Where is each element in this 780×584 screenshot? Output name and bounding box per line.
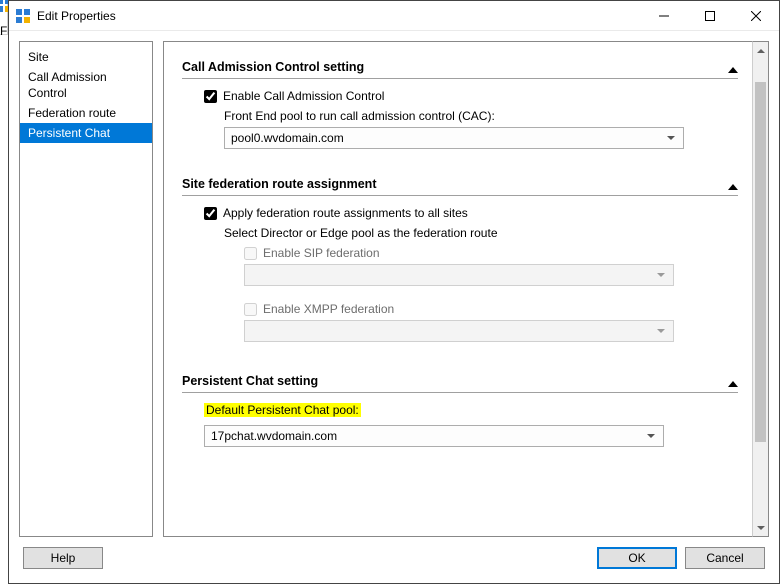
sip-pool-dropdown [244,264,674,286]
enable-sip-checkbox: Enable SIP federation [224,246,732,260]
enable-xmpp-input [244,303,257,316]
xmpp-pool-dropdown [244,320,674,342]
sidebar-item-persistent-chat[interactable]: Persistent Chat [20,123,152,143]
apply-federation-checkbox[interactable]: Apply federation route assignments to al… [204,206,732,220]
sidebar-item-call-admission-control[interactable]: Call Admission Control [20,67,152,103]
sidebar-item-label: Call Admission Control [28,70,107,100]
collapse-icon[interactable] [728,376,738,390]
cac-pool-dropdown[interactable]: pool0.wvdomain.com [224,127,684,149]
scroll-up-icon[interactable] [753,42,768,59]
section-title: Persistent Chat setting [182,374,318,388]
checkbox-label: Enable XMPP federation [263,302,394,316]
default-pchat-label-row: Default Persistent Chat pool: [204,403,732,417]
dialog-footer: Help OK Cancel [19,537,769,573]
ok-button[interactable]: OK [597,547,677,569]
section-title: Site federation route assignment [182,177,376,191]
checkbox-label: Enable Call Admission Control [223,89,384,103]
minimize-button[interactable] [641,1,687,31]
button-label: Help [51,551,76,565]
sidebar-item-label: Site [28,50,49,64]
close-button[interactable] [733,1,779,31]
section-header-federation[interactable]: Site federation route assignment [182,175,738,196]
help-button[interactable]: Help [23,547,103,569]
background-window-fragment: Fi [0,0,8,35]
sidebar-item-site[interactable]: Site [20,47,152,67]
section-title: Call Admission Control setting [182,60,364,74]
vertical-scrollbar[interactable] [752,41,769,537]
category-sidebar: Site Call Admission Control Federation r… [19,41,153,537]
checkbox-label: Apply federation route assignments to al… [223,206,468,220]
enable-cac-input[interactable] [204,90,217,103]
dropdown-value: pool0.wvdomain.com [231,131,663,145]
collapse-icon[interactable] [728,179,738,193]
dropdown-value: 17pchat.wvdomain.com [211,429,643,443]
button-label: OK [628,551,645,565]
enable-sip-input [244,247,257,260]
titlebar: Edit Properties [9,1,779,31]
window-title: Edit Properties [37,9,116,23]
section-header-persistent-chat[interactable]: Persistent Chat setting [182,372,738,393]
scrollbar-thumb[interactable] [755,82,766,442]
chevron-down-icon [653,329,669,333]
sidebar-item-label: Persistent Chat [28,126,110,140]
scroll-down-icon[interactable] [753,519,768,536]
sidebar-item-label: Federation route [28,106,116,120]
edit-properties-dialog: Edit Properties Site Call Admission Cont… [8,0,780,584]
button-label: Cancel [706,551,743,565]
pchat-pool-dropdown[interactable]: 17pchat.wvdomain.com [204,425,664,447]
federation-select-label: Select Director or Edge pool as the fede… [224,226,732,240]
default-pchat-label: Default Persistent Chat pool: [204,403,361,417]
app-icon [15,8,31,24]
sidebar-item-federation-route[interactable]: Federation route [20,103,152,123]
cac-pool-label: Front End pool to run call admission con… [224,109,732,123]
properties-content: Call Admission Control setting Enable Ca… [163,41,752,537]
maximize-button[interactable] [687,1,733,31]
collapse-icon[interactable] [728,62,738,76]
enable-xmpp-checkbox: Enable XMPP federation [224,302,732,316]
apply-federation-input[interactable] [204,207,217,220]
section-header-cac[interactable]: Call Admission Control setting [182,58,738,79]
enable-cac-checkbox[interactable]: Enable Call Admission Control [204,89,732,103]
chevron-down-icon [653,273,669,277]
cancel-button[interactable]: Cancel [685,547,765,569]
checkbox-label: Enable SIP federation [263,246,380,260]
chevron-down-icon [643,434,659,438]
chevron-down-icon [663,136,679,140]
